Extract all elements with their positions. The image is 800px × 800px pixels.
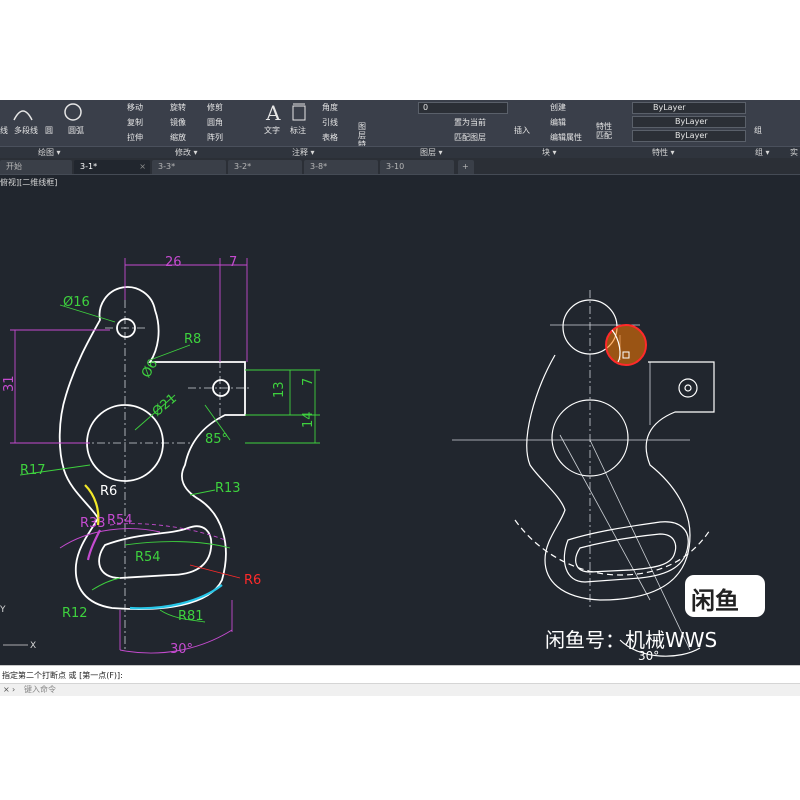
insert-block-button[interactable]: 插入 (514, 125, 530, 136)
dim-r54-magenta: R54 (107, 513, 133, 528)
arc-tool-icon[interactable] (12, 102, 34, 122)
right-part-highlight (605, 324, 647, 366)
edit-attributes[interactable]: 编辑属性 (550, 132, 582, 143)
array-tool[interactable]: 阵列 (207, 132, 223, 143)
mirror-tool[interactable]: 镜像 (170, 117, 186, 128)
left-part-colored-arcs (84, 484, 223, 610)
dim-r12: R12 (62, 606, 88, 621)
left-part-dimension-text: 26 7 Ø16 R8 Ø6 Ø21 31 13 7 14 85° R17 R6… (2, 255, 316, 657)
tab-3-1[interactable]: 3-1* × (74, 160, 150, 174)
line-tool-label[interactable]: 线 (0, 125, 8, 136)
group-button[interactable]: 组 (754, 125, 762, 136)
move-tool[interactable]: 移动 (127, 102, 143, 113)
table-tool[interactable]: 表格 (322, 132, 338, 143)
match-properties-button[interactable]: 特性匹配 (596, 122, 614, 140)
close-icon[interactable]: × (139, 160, 146, 174)
stretch-tool[interactable]: 拉伸 (127, 132, 143, 143)
dim-7-right: 7 (301, 378, 316, 386)
svg-text:A: A (265, 102, 281, 122)
ucs-icon: Y X (0, 605, 36, 651)
trim-tool[interactable]: 修剪 (207, 102, 223, 113)
lineweight-bylayer: ByLayer (675, 131, 708, 140)
lineweight-dropdown[interactable]: ByLayer (632, 130, 746, 142)
command-line: 指定第二个打断点 或 [第一点(F)]: × › 键入命令 (0, 665, 800, 696)
drawing-canvas[interactable]: 俯视][二维线框] 26 7 Ø16 R8 Ø6 Ø21 31 13 7 14 … (0, 175, 800, 665)
dim-13: 13 (272, 381, 287, 398)
tab-label: 开始 (6, 162, 22, 171)
left-part-centerlines (65, 300, 252, 650)
dimension-tool-icon[interactable] (290, 102, 308, 122)
command-close-icon[interactable]: × (3, 684, 10, 696)
scale-tool[interactable]: 缩放 (170, 132, 186, 143)
text-tool-icon[interactable]: A (264, 102, 282, 122)
tab-label: 3-1* (80, 162, 98, 171)
tab-3-8[interactable]: 3-8* (304, 160, 378, 174)
dim-r6-red: R6 (244, 573, 261, 588)
xianyu-logo: 闲鱼 (685, 575, 765, 617)
dim-dia16: Ø16 (63, 295, 90, 310)
color-bylayer: ByLayer (653, 103, 686, 112)
dim-r6-yellow: R6 (100, 484, 117, 499)
set-current-layer[interactable]: 置为当前 (454, 117, 486, 128)
cad-drawing: 26 7 Ø16 R8 Ø6 Ø21 31 13 7 14 85° R17 R6… (0, 255, 715, 663)
dimension-tool-label[interactable]: 标注 (290, 125, 306, 136)
dim-r8: R8 (184, 332, 201, 347)
angle-tool[interactable]: 角度 (322, 102, 338, 113)
linetype-bylayer: ByLayer (675, 117, 708, 126)
dim-85-deg: 85° (205, 432, 228, 447)
copy-tool[interactable]: 复制 (127, 117, 143, 128)
dim-31: 31 (2, 375, 17, 392)
tab-label: 3-8* (310, 162, 328, 171)
match-layer[interactable]: 匹配图层 (454, 132, 486, 143)
layer-dropdown[interactable]: 0 (418, 102, 508, 114)
dim-7-top: 7 (229, 255, 237, 270)
linetype-dropdown[interactable]: ByLayer (632, 116, 746, 128)
command-history: 指定第二个打断点 或 [第一点(F)]: (2, 671, 123, 680)
watermark-text: 闲鱼号：机械WWS (545, 628, 718, 652)
command-placeholder: 键入命令 (24, 685, 56, 694)
edit-block[interactable]: 编辑 (550, 117, 566, 128)
dim-dia6: Ø6 (139, 357, 161, 381)
polyline-tool-label[interactable]: 多段线 (14, 125, 38, 136)
svg-text:Y: Y (0, 605, 6, 615)
command-input[interactable]: × › 键入命令 (0, 683, 800, 696)
command-search-icon[interactable]: › (12, 684, 15, 696)
dim-30-deg: 30° (170, 642, 193, 657)
dim-r13: R13 (215, 481, 241, 496)
tab-3-2[interactable]: 3-2* (228, 160, 302, 174)
create-block[interactable]: 创建 (550, 102, 566, 113)
svg-text:X: X (30, 641, 36, 651)
dim-r54-green: R54 (135, 550, 161, 565)
dim-14: 14 (301, 411, 316, 428)
dim-r81: R81 (178, 609, 204, 624)
dim-r17: R17 (20, 463, 46, 478)
new-tab-button[interactable]: + (458, 160, 474, 174)
xianyu-logo-text: 闲鱼 (691, 587, 739, 615)
fillet-tool[interactable]: 圆角 (207, 117, 223, 128)
circle-tool-label[interactable]: 圆 (45, 125, 53, 136)
rotate-tool[interactable]: 旋转 (170, 102, 186, 113)
text-tool-label[interactable]: 文字 (264, 125, 280, 136)
dim-26: 26 (165, 255, 182, 270)
color-dropdown[interactable]: ByLayer (632, 102, 746, 114)
tab-3-10[interactable]: 3-10 (380, 160, 454, 174)
tab-start[interactable]: 开始 (0, 160, 72, 174)
right-part-centerlines (452, 290, 691, 651)
plus-icon: + (462, 162, 469, 171)
circle-tool-icon[interactable] (62, 102, 84, 122)
dim-r33: R33 (80, 516, 106, 531)
tab-label: 3-3* (158, 162, 176, 171)
tab-label: 3-2* (234, 162, 252, 171)
leader-tool[interactable]: 引线 (322, 117, 338, 128)
arc-tool-label[interactable]: 圆弧 (68, 125, 84, 136)
document-tabs: 开始 3-1* × 3-3* 3-2* 3-8* 3-10 + (0, 158, 800, 175)
left-part-dimensions (10, 258, 320, 654)
tab-3-3[interactable]: 3-3* (152, 160, 226, 174)
dim-dia21: Ø21 (150, 391, 180, 420)
tab-label: 3-10 (386, 162, 405, 171)
layer-current-value: 0 (423, 103, 429, 112)
